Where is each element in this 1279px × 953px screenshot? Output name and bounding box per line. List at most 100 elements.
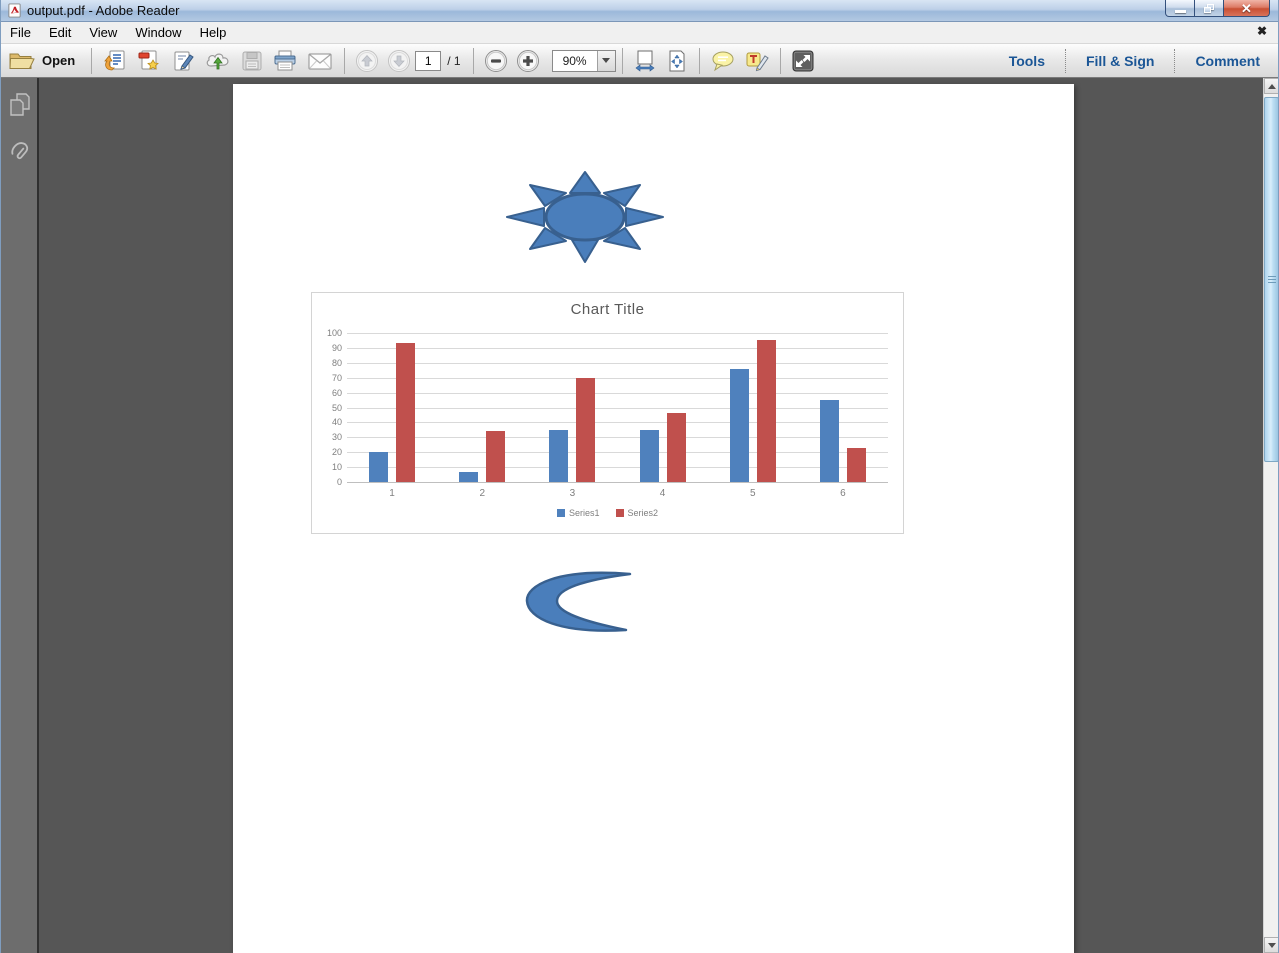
- bar-series1-category-2: [459, 472, 478, 482]
- chart-gridline: [347, 348, 888, 349]
- send-file-button[interactable]: [200, 47, 236, 75]
- arrow-up-icon: [1268, 84, 1276, 89]
- legend-label: Series1: [569, 508, 600, 518]
- menu-view[interactable]: View: [80, 23, 126, 42]
- y-axis-tick-label: 50: [314, 403, 342, 413]
- fit-width-icon: [633, 49, 657, 73]
- restore-icon: [1204, 4, 1214, 13]
- toolbar-separator: [91, 48, 92, 74]
- highlight-text-icon: [744, 49, 770, 73]
- tab-fill-and-sign[interactable]: Fill & Sign: [1078, 49, 1162, 73]
- save-button[interactable]: [236, 47, 268, 75]
- export-pdf-button[interactable]: [98, 47, 132, 75]
- crescent-moon-shape: [525, 570, 635, 636]
- close-document-button[interactable]: ✖: [1254, 24, 1270, 38]
- pdf-page: Chart Title Series1Series2 0102030405060…: [233, 84, 1074, 953]
- chart-gridline: [347, 333, 888, 334]
- bar-series1-category-6: [820, 400, 839, 482]
- y-axis-tick-label: 10: [314, 462, 342, 472]
- close-button[interactable]: ✕: [1224, 0, 1270, 17]
- export-pdf-icon: [102, 49, 128, 73]
- create-pdf-icon: [136, 49, 162, 73]
- email-button[interactable]: [302, 48, 338, 74]
- email-icon: [306, 50, 334, 72]
- page-thumbnails-button[interactable]: [1, 88, 39, 122]
- adobe-reader-app-icon: [7, 3, 22, 18]
- menu-edit[interactable]: Edit: [40, 23, 80, 42]
- page-thumbnails-icon: [9, 92, 31, 118]
- highlight-text-button[interactable]: [740, 47, 774, 75]
- legend-swatch: [616, 509, 624, 517]
- minimize-button[interactable]: [1165, 0, 1195, 17]
- x-axis-tick-label: 1: [372, 488, 412, 499]
- toolbar-dotted-separator: [1065, 49, 1066, 73]
- fit-width-button[interactable]: [629, 47, 661, 75]
- toolbar-separator: [344, 48, 345, 74]
- menu-window[interactable]: Window: [126, 23, 190, 42]
- x-axis-tick-label: 3: [552, 488, 592, 499]
- close-icon: ✕: [1241, 1, 1252, 16]
- tab-tools[interactable]: Tools: [1001, 49, 1053, 73]
- open-folder-icon: [9, 51, 35, 70]
- create-pdf-button[interactable]: [132, 47, 166, 75]
- navigation-pane: [1, 78, 39, 953]
- chevron-down-icon: [602, 58, 610, 63]
- bar-series1-category-5: [730, 369, 749, 482]
- y-axis-tick-label: 80: [314, 358, 342, 368]
- attachments-button[interactable]: [1, 134, 39, 168]
- sign-document-button[interactable]: [166, 47, 200, 75]
- bar-series2-category-2: [486, 431, 505, 482]
- y-axis-tick-label: 100: [314, 328, 342, 338]
- fullscreen-icon: [791, 49, 815, 73]
- toolbar-separator: [780, 48, 781, 74]
- zoom-in-button[interactable]: [512, 47, 544, 75]
- page-number-input[interactable]: [415, 51, 441, 71]
- restore-button[interactable]: [1195, 0, 1224, 17]
- title-bar: output.pdf - Adobe Reader ✕: [1, 0, 1278, 22]
- y-axis-tick-label: 90: [314, 343, 342, 353]
- fit-page-icon: [665, 49, 689, 73]
- print-icon: [272, 49, 298, 73]
- bar-series2-category-5: [757, 340, 776, 482]
- x-axis-tick-label: 5: [733, 488, 773, 499]
- legend-label: Series2: [628, 508, 659, 518]
- page-up-icon: [355, 49, 379, 73]
- sign-document-icon: [170, 49, 196, 73]
- y-axis-tick-label: 20: [314, 447, 342, 457]
- bar-chart: Chart Title Series1Series2 0102030405060…: [311, 292, 904, 534]
- add-sticky-note-button[interactable]: [706, 48, 740, 74]
- chart-legend: Series1 Series2: [312, 508, 903, 518]
- sticky-note-icon: [710, 50, 736, 72]
- adobe-reader-window: output.pdf - Adobe Reader ✕ File Edit Vi…: [0, 0, 1279, 953]
- zoom-dropdown-button[interactable]: [597, 51, 615, 71]
- scroll-down-button[interactable]: [1264, 937, 1279, 953]
- legend-item-series2: Series2: [616, 508, 659, 518]
- chart-gridline: [347, 408, 888, 409]
- send-file-cloud-icon: [204, 49, 232, 73]
- bar-series1-category-3: [549, 430, 568, 482]
- menu-file[interactable]: File: [1, 23, 40, 42]
- page-down-icon: [387, 49, 411, 73]
- y-axis-tick-label: 70: [314, 373, 342, 383]
- menu-help[interactable]: Help: [191, 23, 236, 42]
- previous-page-button[interactable]: [351, 47, 383, 75]
- print-button[interactable]: [268, 47, 302, 75]
- scroll-up-button[interactable]: [1264, 78, 1279, 94]
- open-button[interactable]: Open: [1, 49, 85, 72]
- chart-title: Chart Title: [312, 301, 903, 318]
- vertical-scrollbar[interactable]: [1263, 78, 1278, 953]
- fit-page-button[interactable]: [661, 47, 693, 75]
- scrollbar-thumb[interactable]: [1264, 97, 1279, 462]
- zoom-out-button[interactable]: [480, 47, 512, 75]
- chart-gridline: [347, 437, 888, 438]
- save-icon: [240, 49, 264, 73]
- page-total-label: / 1: [447, 54, 460, 68]
- toolbar-separator: [699, 48, 700, 74]
- next-page-button[interactable]: [383, 47, 415, 75]
- tab-comment[interactable]: Comment: [1187, 49, 1268, 73]
- fullscreen-button[interactable]: [787, 47, 819, 75]
- zoom-level-control[interactable]: 90%: [552, 50, 616, 72]
- chart-gridline: [347, 467, 888, 468]
- zoom-out-icon: [484, 49, 508, 73]
- zoom-in-icon: [516, 49, 540, 73]
